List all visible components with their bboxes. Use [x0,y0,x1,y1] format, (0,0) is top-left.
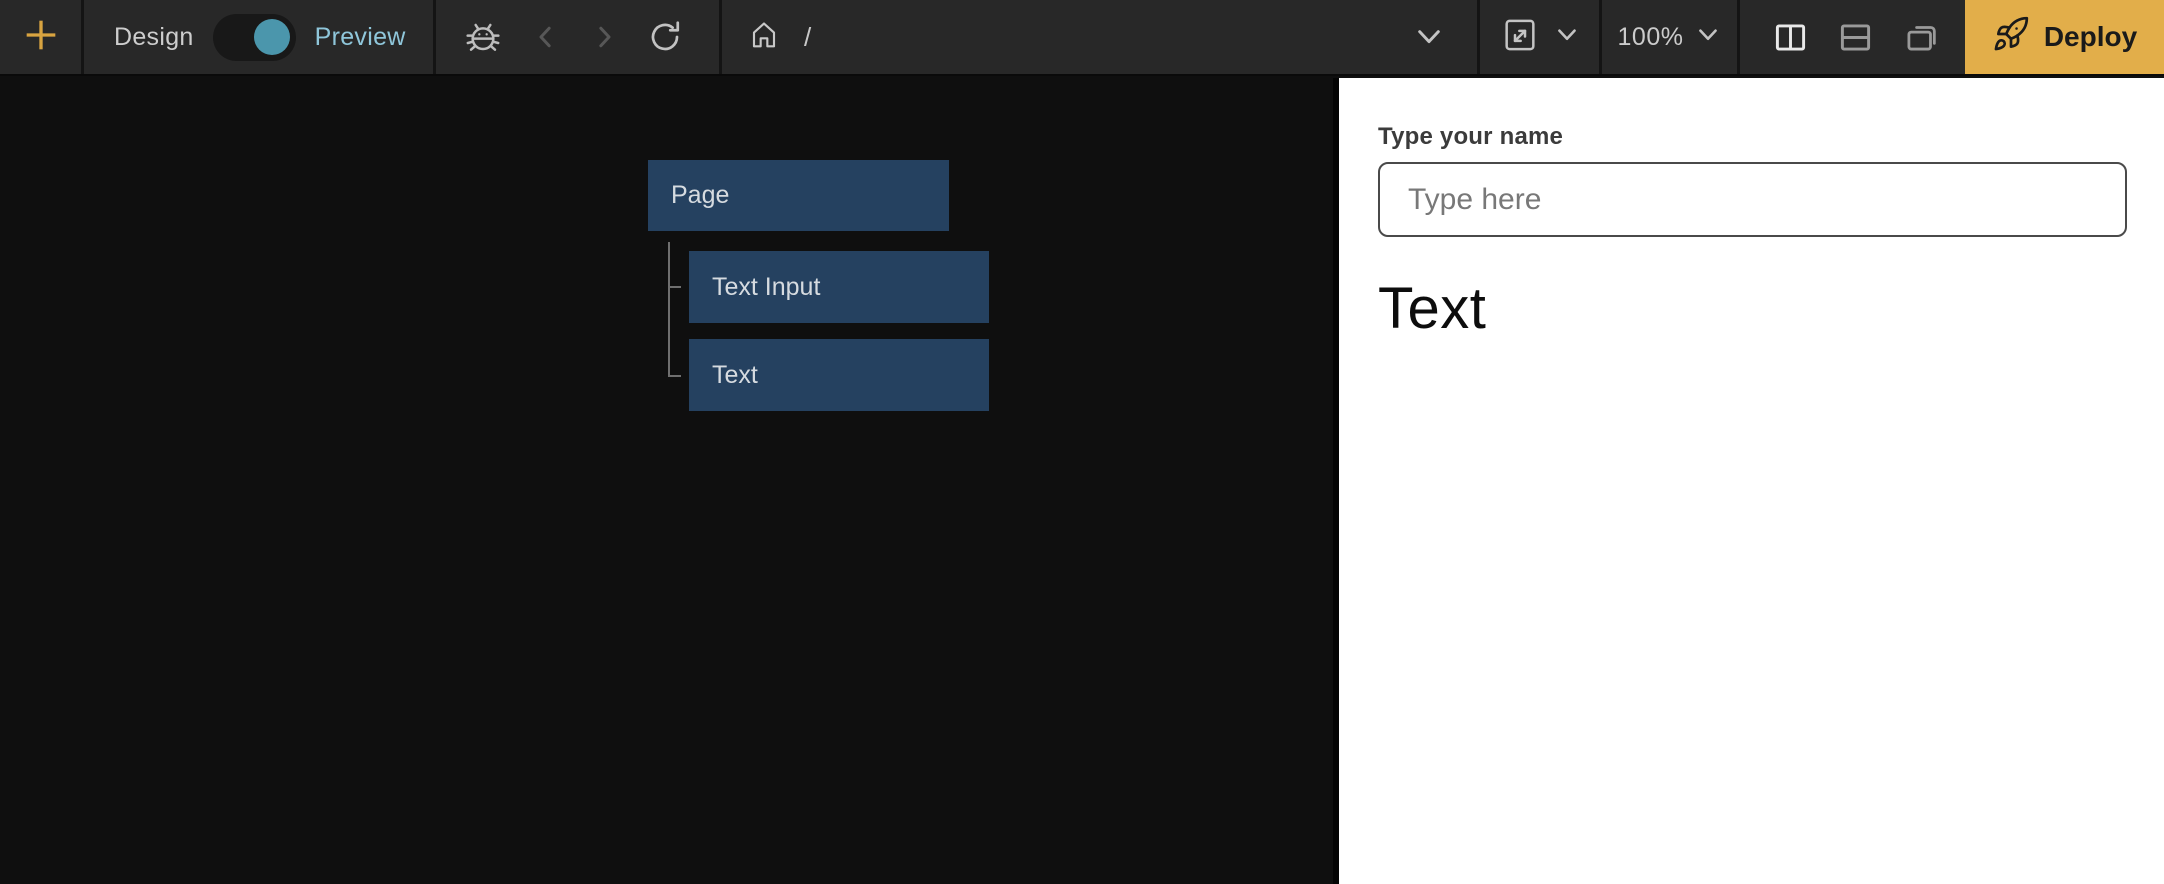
tree-connector-tick [668,375,681,377]
address-bar[interactable]: / [722,0,1480,74]
design-preview-toggle[interactable] [212,13,296,61]
toolbar: Design Preview / 100% Deploy [0,0,2164,76]
main-content: Page Text Input Text Type your name Text [0,78,2164,884]
app-builder-window: Design Preview / 100% Deploy Page Text I… [0,0,2164,884]
preview-mode-label[interactable]: Preview [315,23,406,52]
debug-button[interactable] [463,17,503,57]
add-component-button[interactable] [0,0,84,74]
forward-button[interactable] [589,20,619,54]
chevron-left-icon [531,20,561,54]
floating-window-button[interactable] [1902,19,1942,56]
chevron-down-icon [1554,25,1580,50]
split-vertical-icon [1772,19,1809,56]
path-text: / [804,21,812,52]
refresh-button[interactable] [647,19,683,55]
refresh-icon [647,19,683,55]
screen-size-control[interactable] [1480,0,1602,74]
design-mode-label[interactable]: Design [114,23,194,52]
nav-controls [436,0,722,74]
split-vertical-button[interactable] [1772,19,1809,56]
component-tree-canvas: Page Text Input Text [0,78,1333,884]
tree-node-label: Page [671,181,730,209]
split-horizontal-icon [1837,19,1874,56]
mode-switcher: Design Preview [84,0,436,74]
text-component: Text [1378,276,1487,341]
tree-node-label: Text Input [712,272,821,301]
screen-size-icon [1500,15,1540,60]
chevron-right-icon [589,20,619,54]
zoom-control[interactable]: 100% [1602,0,1740,74]
tree-node-text-input[interactable]: Text Input [689,251,989,323]
tree-connector-tick [668,286,681,288]
chevron-down-icon [1695,25,1721,50]
chevron-down-icon [1413,25,1445,49]
zoom-level-value: 100% [1617,22,1684,51]
tree-node-page[interactable]: Page [648,160,949,231]
toggle-knob [253,19,290,55]
back-button[interactable] [531,20,561,54]
tree-node-text[interactable]: Text [689,339,989,411]
bug-icon [463,17,503,57]
name-input[interactable] [1378,162,2127,237]
tree-connector-line [668,242,670,377]
name-field-label: Type your name [1378,123,1564,150]
plus-icon [22,16,60,59]
floating-window-icon [1902,19,1942,56]
deploy-button[interactable]: Deploy [1965,0,2164,74]
deploy-label: Deploy [2043,21,2138,52]
path-dropdown-button[interactable] [1413,25,1445,49]
tree-node-label: Text [712,360,758,389]
layout-controls [1740,0,1965,74]
home-icon [748,17,780,58]
rocket-icon [1992,15,2030,60]
split-horizontal-button[interactable] [1837,19,1874,56]
preview-panel: Type your name Text [1333,78,2164,884]
